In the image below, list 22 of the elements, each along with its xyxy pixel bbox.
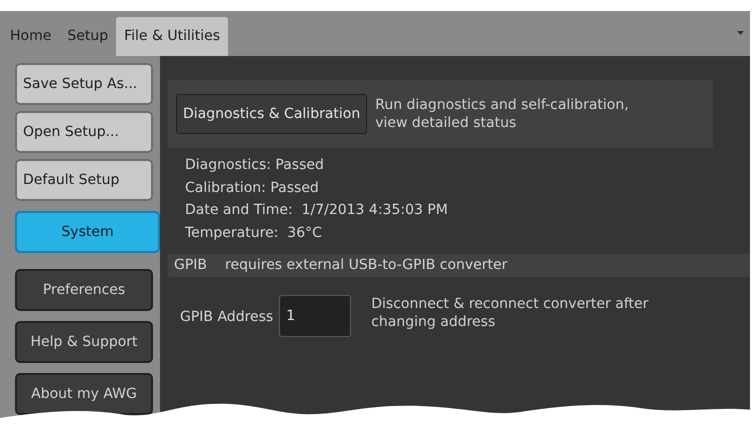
gpib-hint: Disconnect & reconnect converter after changing address [371,295,650,331]
sidebar-button[interactable]: Preferences [15,269,153,311]
sidebar-button[interactable]: Open Setup... [15,111,153,153]
sidebar-button[interactable]: About my AWG [15,373,153,415]
gpib-title: GPIB [174,256,208,275]
sidebar-button[interactable]: System [15,211,160,253]
diagnostics-calibration-button[interactable]: Diagnostics & Calibration [176,94,368,134]
status-line: Diagnostics: Passed [185,156,325,175]
tab[interactable]: File & Utilities [116,17,228,56]
sidebar-button[interactable]: Default Setup [15,159,153,201]
diagnostics-description: Run diagnostics and self-calibration, view detailed status [375,96,630,132]
tab[interactable]: Setup [59,17,116,56]
dropdown-caret-icon[interactable] [737,31,744,35]
gpib-note: requires external USB-to-GPIB converter [225,256,508,275]
sidebar-button[interactable]: Save Setup As... [15,63,153,105]
gpib-address-label: GPIB Address [180,308,274,327]
status-line: Calibration: Passed [185,178,320,198]
gpib-address-field[interactable]: 1 [279,295,352,337]
tab[interactable]: Home [2,17,60,56]
status-line: Date and Time: 1/7/2013 4:35:03 PM [185,201,449,220]
sidebar-button[interactable]: Help & Support [15,321,153,363]
status-line: Temperature: 36°C [185,224,323,242]
